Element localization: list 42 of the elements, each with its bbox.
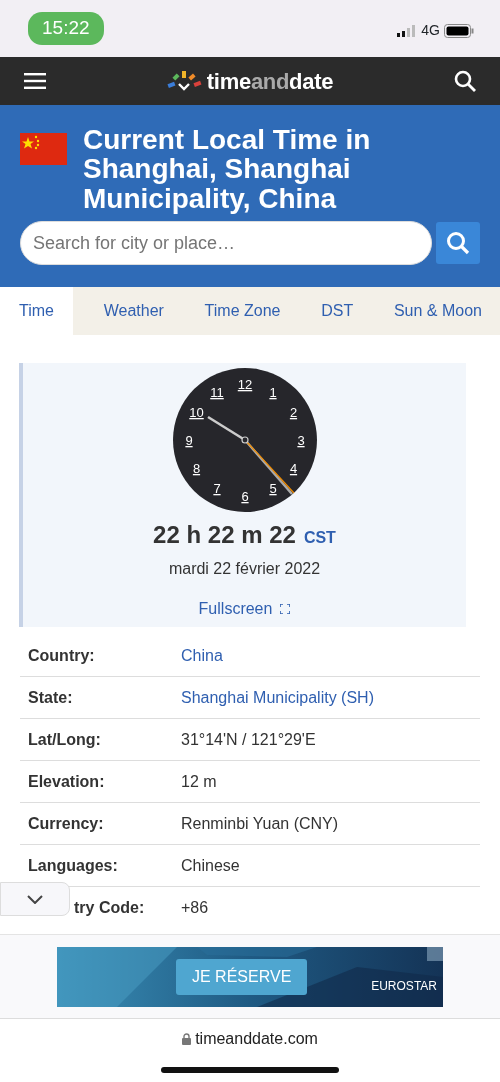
fact-label: Languages: [28,855,119,876]
clock-numeral: 4 [289,461,297,477]
search-field[interactable]: Search for city or place… [20,221,432,266]
clock-numeral: 10 [188,405,204,421]
tab[interactable]: Sun & Moon [383,287,492,336]
fact-label: Country: [28,645,96,666]
brand-text: EUROSTAR [371,977,437,995]
address-text[interactable]: timeanddate.com [195,1027,318,1052]
clock-numeral: 2 [289,405,297,421]
clock-numeral: 3 [296,433,305,449]
network-type: 4G [421,21,440,40]
fact-value: Chinese [181,855,240,876]
date-text: mardi 22 février 2022 [168,559,321,580]
time-zone-link[interactable]: CST [303,526,336,551]
clock-numeral: 11 [209,385,224,401]
logo-text[interactable]: timeanddate [206,64,334,98]
fact-value: 12 m [181,771,217,792]
clock-numeral: 1 [268,385,277,401]
clock-numeral: 12 [237,377,252,393]
status-time: 15:22 [28,12,104,45]
fact-value: 31°14'N / 121°29'E [181,729,316,750]
clock-numeral: 6 [240,489,249,505]
fact-link[interactable]: China [181,643,223,668]
clock-numeral: 9 [184,433,193,449]
fact-value: +86 [181,898,209,919]
digital-time: 22 h 22 m 22 [153,520,296,551]
clock-numeral: 7 [212,481,221,497]
fact-label: Currency: [28,813,105,834]
tab[interactable]: DST [311,287,364,336]
fact-link[interactable]: Shanghai Municipality (SH) [181,685,374,710]
clock-numeral: 5 [268,481,277,497]
fact-label: State: [28,687,74,708]
clock-numeral: 8 [192,461,200,477]
tab[interactable]: Time Zone [194,287,291,336]
page-title: Current Local Time in Shanghai, Shanghai Municipality, China [83,125,372,214]
fact-label: Lat/Long: [28,729,102,750]
tab[interactable]: Time [0,287,73,336]
fact-label: Elevation: [28,771,106,792]
fact-label: try Code: [74,898,146,919]
tab[interactable]: Weather [93,287,174,336]
fullscreen-link[interactable]: Fullscreen [198,597,273,622]
fact-value: Renminbi Yuan (CNY) [181,813,339,834]
